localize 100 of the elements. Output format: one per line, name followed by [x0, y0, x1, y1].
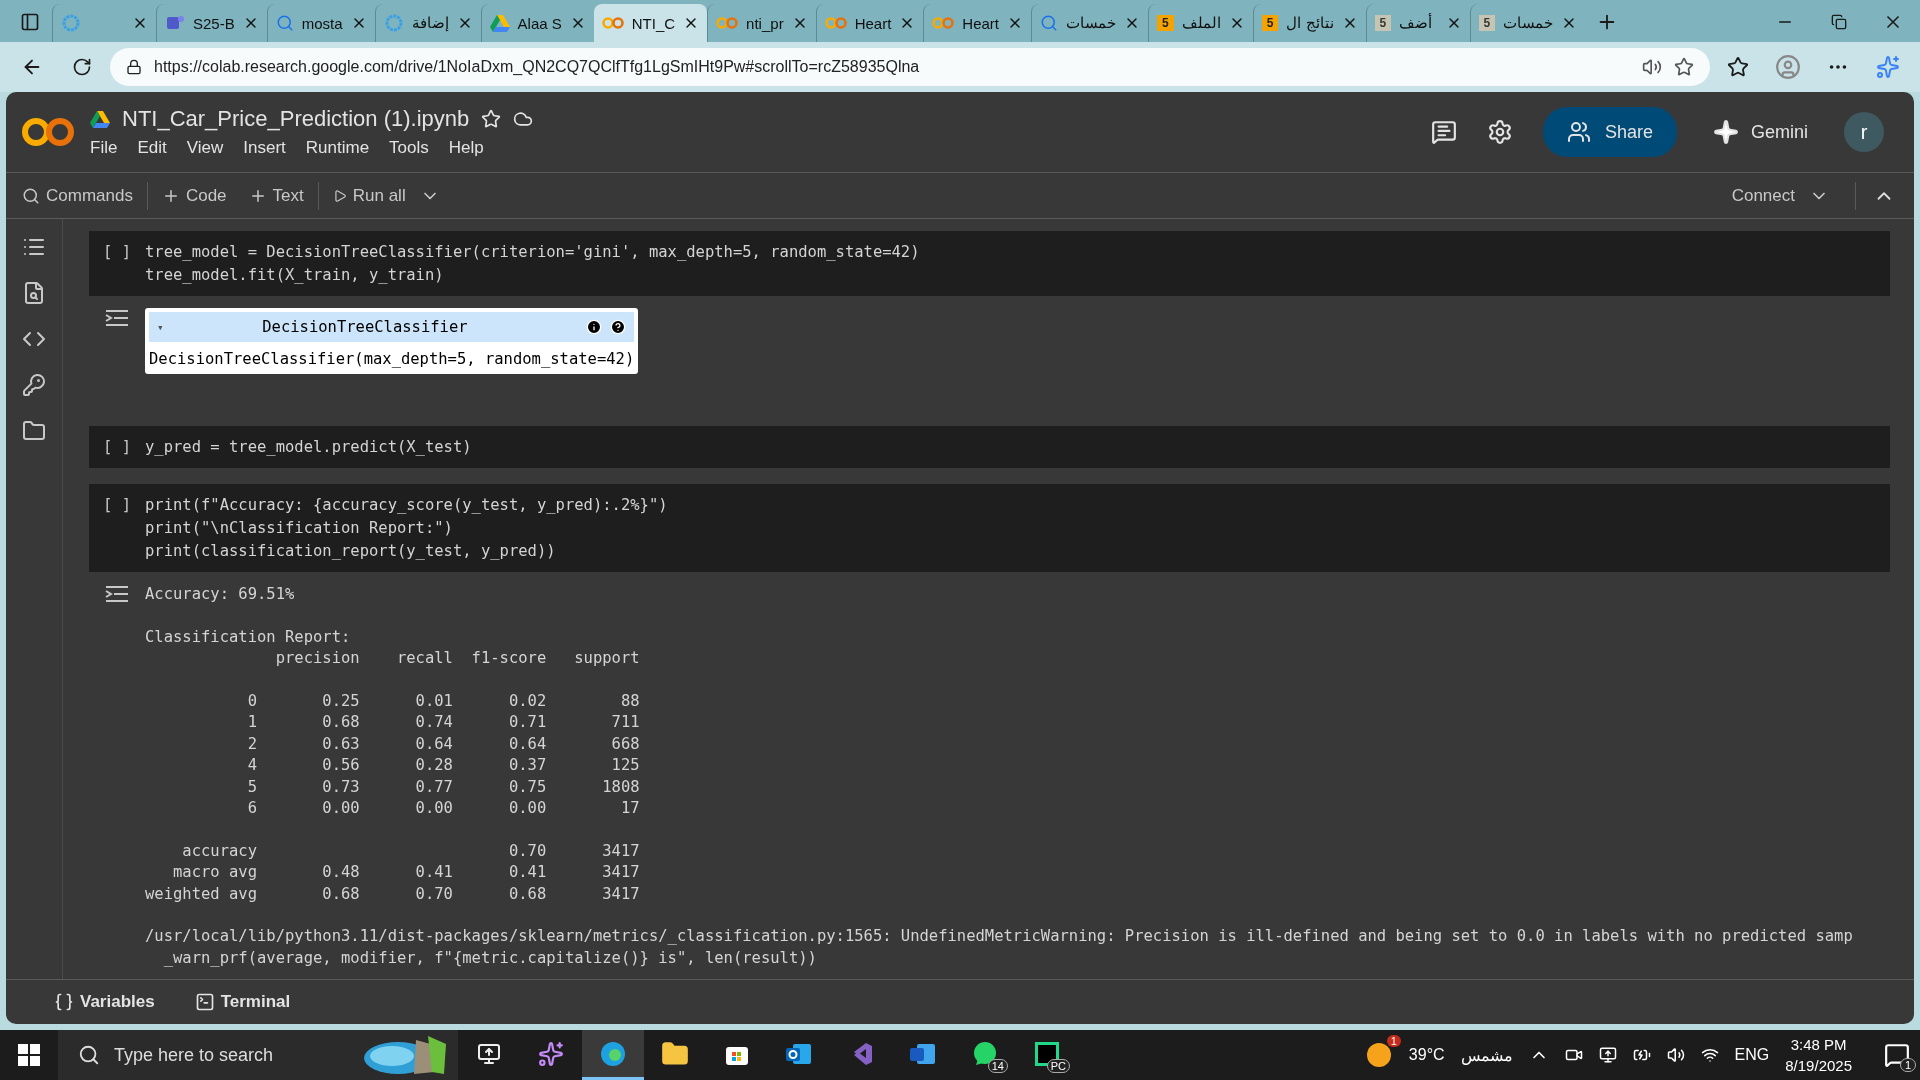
triangle-icon — [90, 110, 110, 128]
wifi-icon[interactable] — [1700, 1046, 1719, 1064]
ring-icon — [383, 13, 404, 33]
menu-item[interactable]: File — [90, 138, 118, 158]
key-icon[interactable] — [22, 373, 46, 397]
play-icon — [332, 188, 347, 203]
code-cell[interactable]: [ ] tree_model = DecisionTreeClassifier(criterion='gini', max_depth=5, random_state=42) tree_model.fit(X_train, y_train) — [89, 231, 1890, 296]
estimator-title[interactable]: DecisionTreeClassifier — [171, 318, 579, 336]
output-line: 1 0.68 0.74 0.71 711 — [246, 712, 641, 733]
display-icon[interactable] — [1598, 1046, 1617, 1064]
lock-icon — [126, 59, 142, 75]
sparkle-icon — [1713, 119, 1739, 145]
sun-icon — [1364, 1041, 1393, 1069]
rings-icon — [601, 16, 624, 30]
output-line: 4 0.56 0.28 0.37 125 — [246, 755, 641, 776]
help-icon[interactable] — [610, 319, 627, 335]
comment-icon[interactable] — [1430, 119, 1457, 145]
people-icon — [1566, 120, 1591, 144]
menu-item[interactable]: View — [186, 138, 224, 158]
cloud-icon[interactable] — [513, 109, 534, 129]
taskbar-app[interactable]: 14 — [954, 1030, 1016, 1080]
output-toggle-icon[interactable] — [104, 584, 130, 604]
output-line: _warn_prf(average, modifier, f"{metric.capitalize()} is", len(result)) — [162, 947, 818, 969]
connect-button[interactable]: Connect — [1723, 181, 1803, 210]
taskbar-search[interactable]: Type here to search — [58, 1030, 458, 1080]
code-cell[interactable]: [ ] print(f"Accuracy: {accuracy_score(y_test, y_pred):.2%}") print("\nClassification Report:") print(classification_report(y_test, y_pred)) — [89, 484, 1890, 572]
temperature: 39°C — [1408, 1046, 1445, 1064]
windows-icon[interactable] — [18, 1044, 40, 1066]
read-aloud-icon[interactable] — [1642, 57, 1662, 77]
favorites-icon[interactable] — [1727, 56, 1749, 78]
settings-icon[interactable] — [1486, 119, 1513, 145]
restore-icon[interactable] — [1831, 14, 1847, 30]
menu-item[interactable]: Insert — [243, 138, 286, 158]
notebook-title[interactable]: NTI_Car_Price_Prediction (1).ipynb — [122, 106, 470, 132]
output-line: accuracy 0.70 3417 — [181, 840, 641, 862]
notification-count: 1 — [1899, 1058, 1916, 1072]
output-line: macro avg 0.48 0.41 0.41 3417 — [172, 862, 641, 883]
search-icon — [22, 186, 40, 205]
gemini-button[interactable]: Gemini — [1707, 118, 1814, 146]
address-bar[interactable]: https://colab.research.google.com/drive/1NoIaDxm_QN2CQ7QClfTfg1LgSmIHt9Pw#scrollTo=rcZ58935Qlna — [110, 48, 1710, 86]
rings-icon — [824, 16, 847, 30]
language-indicator[interactable]: ENG — [1734, 1046, 1770, 1064]
add-code-button[interactable]: Code — [153, 181, 235, 210]
output-toggle-icon[interactable] — [104, 308, 130, 328]
search-placeholder: Type here to search — [114, 1044, 274, 1066]
sidebar-icon[interactable] — [20, 12, 40, 32]
search-icon — [1040, 14, 1058, 32]
share-button[interactable]: Share — [1542, 107, 1677, 157]
rings-icon — [932, 16, 955, 30]
weather-text: مشمس — [1460, 1045, 1513, 1065]
profile-icon[interactable] — [1775, 54, 1801, 80]
star-icon[interactable] — [1674, 57, 1694, 77]
run-all-button[interactable]: Run all — [324, 181, 414, 210]
terminal-button[interactable]: Terminal — [186, 988, 299, 1016]
menu-item[interactable]: Runtime — [305, 138, 370, 158]
sparkles-icon[interactable] — [538, 1040, 564, 1067]
search-icon — [275, 14, 294, 32]
expand-toggle[interactable]: ▾ — [157, 320, 164, 334]
tab-badge: 5 — [1157, 15, 1174, 31]
add-text-button[interactable]: Text — [240, 181, 312, 210]
taskbar-app[interactable]: PC — [1016, 1030, 1078, 1080]
output-line: Classification Report: — [145, 626, 352, 648]
taskbar-app[interactable] — [582, 1030, 644, 1080]
url-text: https://colab.research.google.com/drive/1NoIaDxm_QN2CQ7QClfTfg1LgSmIHt9Pw#scrollTo=rcZ58935Qlna — [154, 58, 921, 76]
variables-button[interactable]: Variables — [46, 988, 163, 1016]
braces-icon — [54, 992, 74, 1012]
folder-icon[interactable] — [22, 419, 46, 443]
terminal-icon — [194, 992, 215, 1012]
code-cell[interactable]: [ ] y_pred = tree_model.predict(X_test) — [89, 426, 1890, 468]
weather-badge: 1 — [1386, 1035, 1401, 1047]
output-line: 5 0.73 0.77 0.75 1808 — [246, 776, 641, 798]
reload-icon[interactable] — [72, 57, 92, 77]
menu-item[interactable]: Edit — [137, 138, 167, 158]
rings-logo — [22, 116, 74, 148]
browser-icon[interactable] — [599, 1039, 627, 1068]
avatar[interactable]: r — [1844, 112, 1884, 152]
folder-icon[interactable] — [661, 1039, 689, 1068]
clock[interactable]: 3:48 PM 8/19/2025 — [1785, 1036, 1852, 1074]
output-line: precision recall f1-score support — [274, 648, 641, 669]
notification-icon[interactable] — [1884, 1042, 1910, 1068]
count-badge: PC — [1046, 1059, 1070, 1073]
output-line: 2 0.63 0.64 0.64 668 — [246, 733, 641, 755]
volume-icon[interactable] — [1666, 1046, 1685, 1064]
tab-badge: 5 — [1374, 15, 1392, 31]
ring-icon — [61, 13, 81, 33]
output-line: 6 0.00 0.00 0.00 17 — [246, 798, 641, 819]
tab-badge: 5 — [1478, 15, 1496, 31]
output-line: weighted avg 0.68 0.70 0.68 3417 — [145, 883, 641, 905]
task-view-icon[interactable] — [477, 1041, 501, 1066]
search-icon — [78, 1044, 100, 1066]
output-line: 0 0.25 0.01 0.02 88 — [246, 690, 641, 712]
find-icon[interactable] — [22, 281, 46, 305]
info-icon[interactable] — [586, 319, 603, 335]
menu-item[interactable]: Help — [448, 138, 484, 158]
rings-icon — [716, 16, 739, 30]
count-badge: 14 — [987, 1059, 1008, 1073]
browser-tab[interactable]: NTI_C — [593, 4, 708, 42]
commands-button[interactable]: Commands — [14, 181, 141, 210]
output-line: Accuracy: 69.51% — [145, 584, 296, 605]
menu-item[interactable]: Tools — [389, 138, 429, 158]
